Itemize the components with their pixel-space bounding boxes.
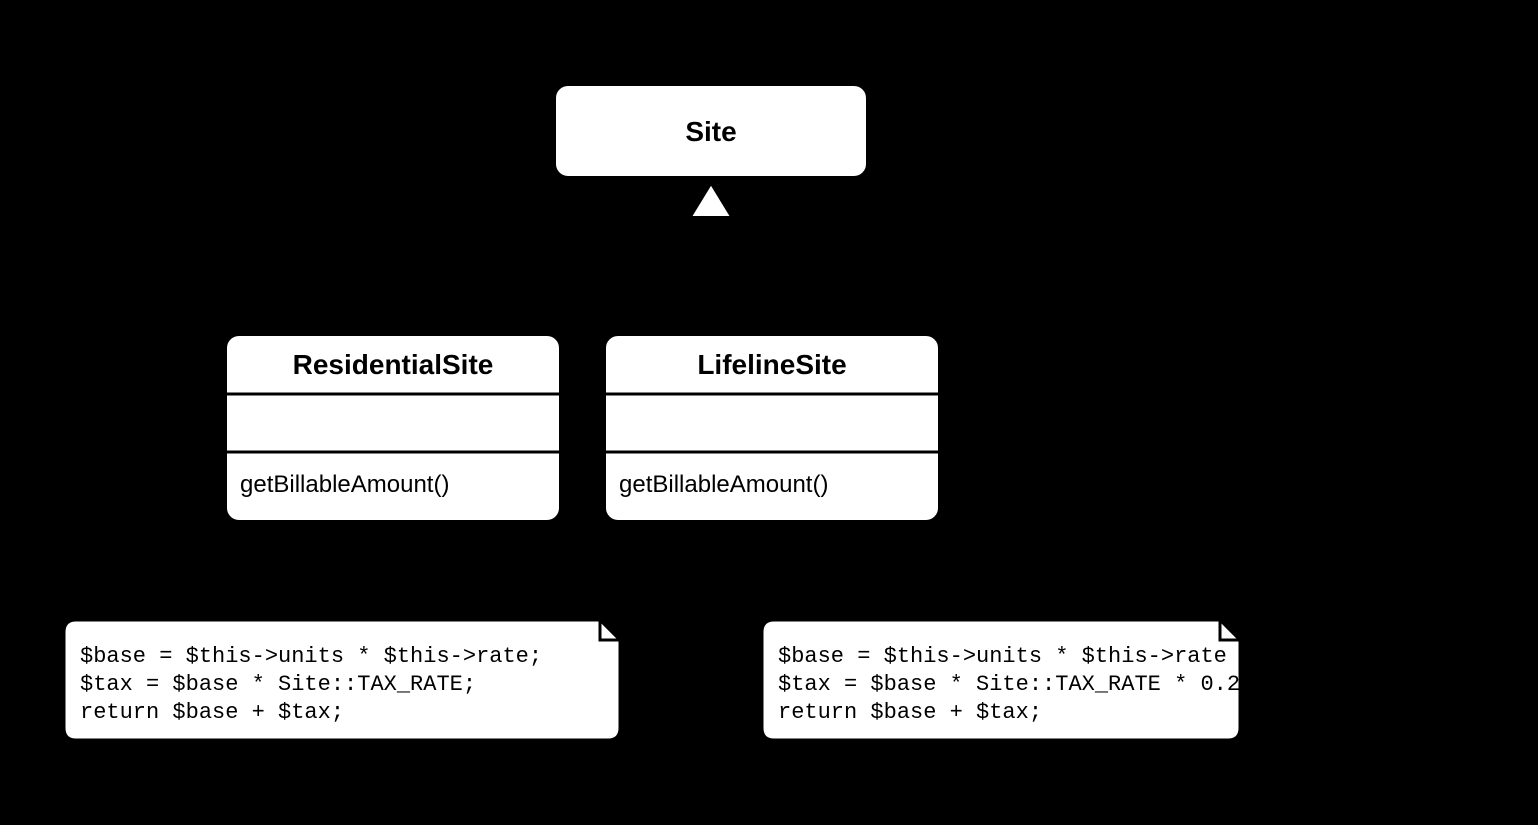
note-connector-right <box>900 522 1000 620</box>
class-site: Site <box>554 84 868 178</box>
class-lifeline-site: LifelineSite getBillableAmount() <box>604 334 940 522</box>
class-site-name: Site <box>685 116 736 147</box>
uml-class-diagram: Site ResidentialSite getBillableAmount()… <box>0 0 1538 825</box>
note-lifeline: $base = $this->units * $this->rate * 0.5… <box>762 620 1319 740</box>
class-lifeline-name: LifelineSite <box>697 349 846 380</box>
lifeline-method: getBillableAmount() <box>619 471 828 498</box>
residential-method: getBillableAmount() <box>240 471 449 498</box>
inheritance-arrowhead <box>689 182 733 218</box>
class-residential-name: ResidentialSite <box>293 349 494 380</box>
note-residential: $base = $this->units * $this->rate;$tax … <box>64 620 620 740</box>
note-connector-left <box>347 522 393 620</box>
class-residential-site: ResidentialSite getBillableAmount() <box>225 334 561 522</box>
